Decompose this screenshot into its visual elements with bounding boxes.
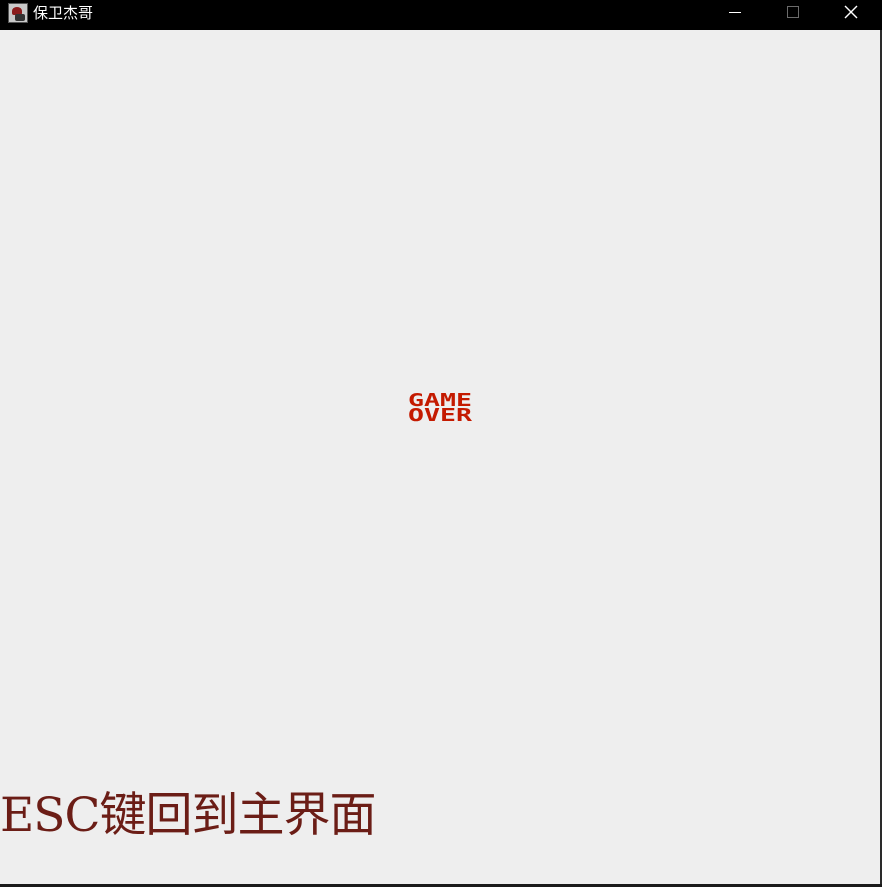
minimize-button[interactable]	[706, 0, 764, 26]
game-over-line-2: OVER	[408, 405, 472, 424]
close-icon	[844, 5, 858, 19]
game-over-logo: GAME OVER	[408, 390, 472, 424]
esc-hint: ESC键回到主界面	[0, 788, 376, 843]
maximize-icon	[787, 6, 799, 18]
window-title: 保卫杰哥	[33, 4, 94, 22]
title-bar[interactable]: 保卫杰哥	[0, 0, 882, 30]
app-icon	[8, 3, 28, 23]
minimize-icon	[729, 12, 741, 13]
game-window: 保卫杰哥 GAME OVER ESC键回到主界面	[0, 0, 882, 887]
maximize-button[interactable]	[764, 0, 822, 26]
game-canvas[interactable]: GAME OVER ESC键回到主界面	[0, 30, 880, 884]
close-button[interactable]	[822, 0, 880, 26]
